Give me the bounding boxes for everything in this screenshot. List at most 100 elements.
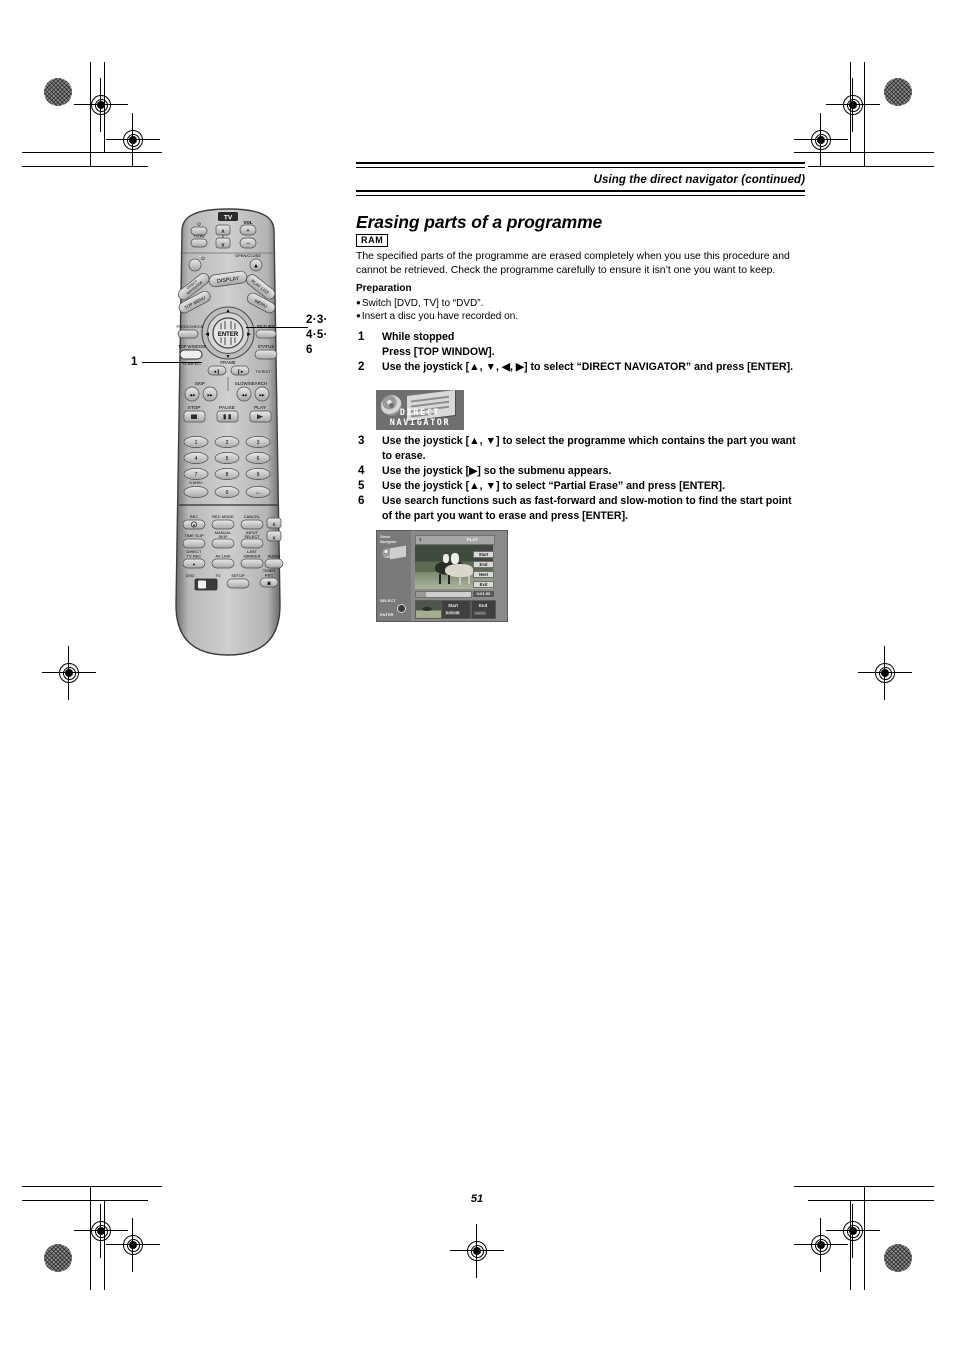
rider [443,554,449,563]
figure-remote-control: TV ⏻ TV/AV ∧ ∨ VOL + − ⏻ OPEN/CLOSE ▲ DI… [168,205,288,660]
header-rule-top2 [356,167,805,169]
step-number: 6 [358,495,365,507]
svg-text:9: 9 [257,472,260,478]
callout-leader-line-1 [142,362,202,364]
preparation-item: ●Switch [DVD, TV] to “DVD”. [356,298,484,309]
svg-text:DVD: DVD [186,573,195,578]
step-text: Use search functions such as fast-forwar… [382,495,792,522]
svg-text:PLAY: PLAY [254,405,267,411]
start-thumbnail [415,600,442,619]
horse-leg [448,575,451,584]
svg-text:∨: ∨ [221,243,225,249]
figure-direct-navigator: DIRECT NAVIGATOR [376,390,464,430]
callout-group-line1: 2·3· [306,314,328,326]
preparation-item: ●Insert a disc you have recorded on. [356,311,519,322]
svg-text:SKIP: SKIP [195,381,205,386]
svg-text:◂◂: ◂◂ [241,392,247,398]
header-rule-top [356,162,805,165]
screen-button-end[interactable]: End [473,561,494,568]
svg-text:4: 4 [195,456,198,462]
page-number: 51 [470,1193,484,1205]
horse-leg [459,576,462,585]
svg-text:FRAME: FRAME [220,360,235,365]
jog-icon [397,604,406,613]
callout-group-line2: 4·5· [306,329,328,341]
svg-text:∧: ∧ [221,229,225,235]
svg-text:1: 1 [195,440,198,446]
svg-text:8: 8 [226,472,229,478]
svg-text:AV LINK: AV LINK [215,554,230,559]
direct-navigator-label: DIRECT NAVIGATOR [389,408,451,428]
svg-text:∨: ∨ [272,536,276,542]
step-text: Use the joystick [▲, ▼] to select the pr… [382,435,796,462]
svg-text:7: 7 [195,472,198,478]
bullet-icon: ● [356,311,361,320]
svg-text:REC: REC [265,573,274,578]
select-hint: SELECT [380,598,396,603]
screen-button-exit[interactable]: Exit [473,581,494,588]
step-1: 1 While stopped Press [TOP WINDOW]. [358,330,806,359]
svg-text:PAUSE: PAUSE [219,405,235,411]
svg-text:REC MODE: REC MODE [212,514,234,519]
svg-text:PROG/CHECK: PROG/CHECK [177,324,204,329]
svg-text:-/--: -/-- [255,490,261,495]
running-title: Using the direct navigator (continued) [593,174,805,186]
screen-button-next[interactable]: Next [473,571,494,578]
svg-text:ENTER: ENTER [218,332,239,338]
svg-text:−: − [246,241,250,248]
svg-text:▶: ▶ [247,332,251,338]
svg-text:SLOW/SEARCH: SLOW/SEARCH [235,381,267,386]
svg-text:TOP WINDOW: TOP WINDOW [178,344,206,349]
screen-button-start[interactable]: Start [473,551,494,558]
svg-text:⏻: ⏻ [201,256,205,261]
step-5: 5 Use the joystick [▲, ▼] to select “Par… [358,479,806,494]
svg-text:OPEN/CLOSE: OPEN/CLOSE [235,253,261,258]
preparation-heading: Preparation [356,283,412,294]
rider [451,553,459,564]
page-title: Erasing parts of a programme [356,212,603,232]
step-text: While stopped Press [TOP WINDOW]. [382,331,495,358]
svg-text:TV: TV [215,573,220,578]
callout-1: 1 [131,356,138,368]
start-label: Start [448,603,459,608]
step-number: 4 [358,465,365,477]
svg-text:◂❙: ◂❙ [214,369,221,375]
svg-text:SETUP: SETUP [231,573,245,578]
svg-text:6: 6 [257,456,260,462]
end-label: End [479,603,488,608]
start-timecode: 0:00:45 [445,611,461,615]
svg-text:STATUS: STATUS [258,344,275,349]
step-text: Use the joystick [▶] so the submenu appe… [382,465,612,477]
svg-text:S.VHS+: S.VHS+ [189,481,203,485]
callout-group: 2·3· 4·5· 6 [306,313,328,358]
svg-text:AUDIO: AUDIO [268,554,281,559]
screen-top-bar: 1 PLAY [415,535,495,545]
svg-text:5: 5 [226,456,229,462]
svg-text:0: 0 [226,490,229,496]
callout-leader-line-2 [246,327,308,329]
svg-text:SELECT: SELECT [244,534,260,539]
screen-sidebar-title: Direct Navigator [380,535,397,544]
play-status: PLAY [466,536,478,542]
svg-text:TV REC: TV REC [187,554,202,559]
svg-text:▲: ▲ [226,308,231,314]
svg-text:+: + [246,229,250,235]
svg-text:TIME SLIP: TIME SLIP [184,533,204,538]
playback-progress-bar[interactable] [415,591,472,598]
svg-text:⏻: ⏻ [197,222,201,227]
halftone-dot [44,78,72,106]
svg-text:▲: ▲ [253,263,259,269]
step-2: 2 Use the joystick [▲, ▼, ◀, ▶] to selec… [358,360,804,375]
header-rule-bottom2 [356,195,805,197]
svg-text:∧: ∧ [272,522,276,528]
svg-text:STOP: STOP [188,405,201,411]
svg-text:TV: TV [224,214,233,221]
step-6: 6 Use search functions such as fast-forw… [358,494,804,523]
step-text: Use the joystick [▲, ▼] to select “Parti… [382,480,726,492]
svg-text:VOL: VOL [243,220,252,225]
timecode-display: 0:01:56 [473,591,494,597]
step-number: 3 [358,435,365,447]
svg-text:CANCEL: CANCEL [244,514,261,519]
halftone-dot [44,1244,72,1272]
svg-text:REC: REC [190,514,199,519]
